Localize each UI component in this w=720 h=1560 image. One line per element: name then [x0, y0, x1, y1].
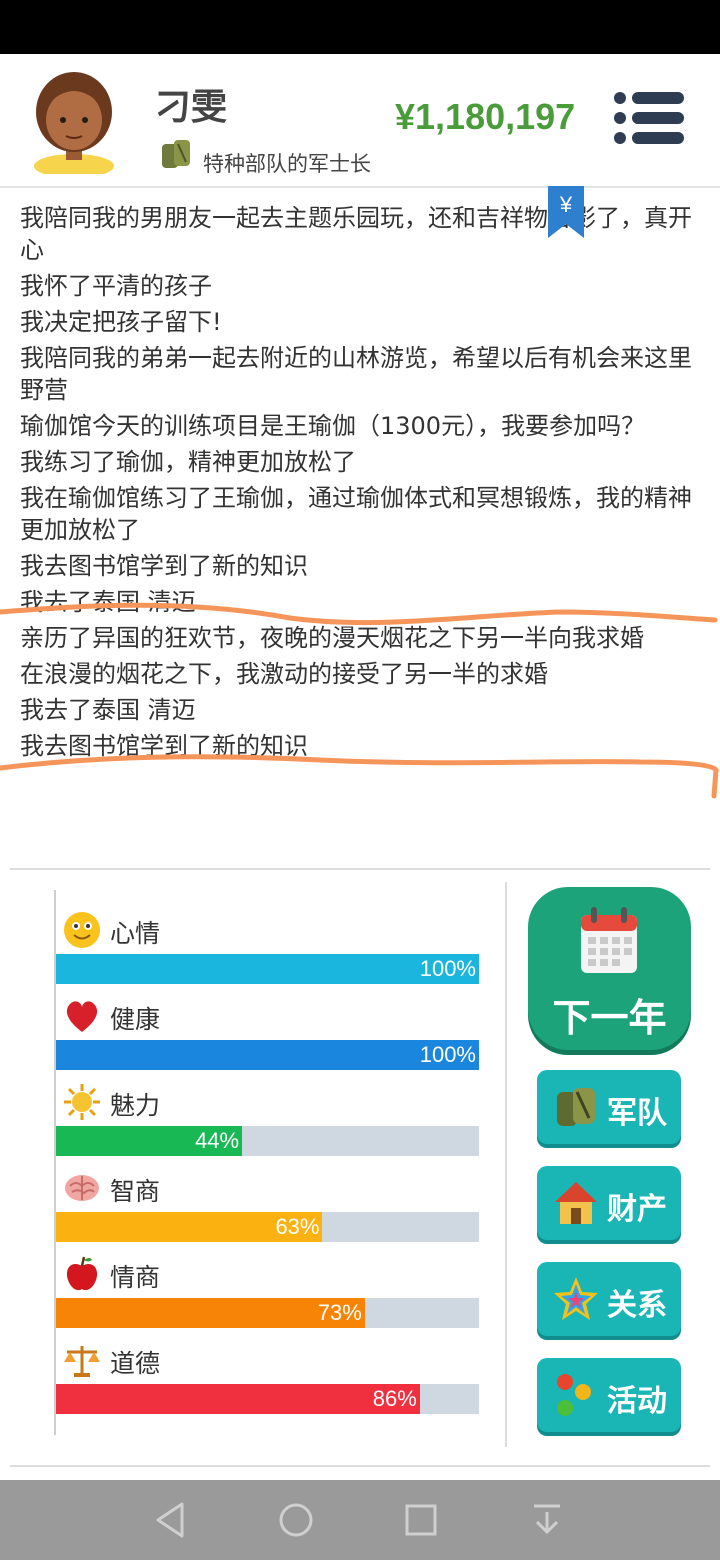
stat-label: 道德	[110, 1349, 161, 1378]
event-log[interactable]: 我陪同我的男朋友一起去主题乐园玩，还和吉祥物合影了，真开心 我怀了平清的孩子 我…	[0, 186, 720, 846]
log-entry: 我去图书馆学到了新的知识	[20, 732, 308, 760]
avatar[interactable]	[28, 66, 120, 174]
next-year-button[interactable]: 下一年	[528, 887, 691, 1050]
section-divider	[10, 868, 710, 870]
stat-label: 情商	[110, 1263, 161, 1292]
log-entry: 我陪同我的男朋友一起去主题乐园玩，还和吉祥物合影了，真开心	[20, 204, 692, 264]
rank-title: 特种部队的军士长	[203, 152, 371, 176]
header: 刁雯 特种部队的军士长 ¥1,180,197	[0, 54, 720, 188]
stat-label: 魅力	[110, 1091, 161, 1120]
vertical-divider	[505, 882, 507, 1447]
stat-morality: 道德 86%	[56, 1320, 481, 1414]
status-bar	[0, 0, 720, 54]
apple-icon	[66, 1256, 98, 1291]
log-entry: 我决定把孩子留下!	[20, 308, 222, 336]
assets-button[interactable]: 财产	[537, 1166, 681, 1240]
stat-label: 心情	[110, 919, 161, 948]
soldier-icon	[557, 1088, 595, 1126]
house-icon	[555, 1182, 597, 1224]
assets-label: 财产	[607, 1192, 667, 1227]
log-entry: 我去了泰国 清迈	[20, 696, 196, 724]
stat-health: 健康 100%	[56, 976, 481, 1070]
sun-icon	[64, 1084, 100, 1120]
player-name: 刁雯	[155, 87, 228, 128]
activities-label: 活动	[607, 1384, 667, 1419]
stat-mood: 心情 100%	[56, 890, 481, 984]
menu-icon[interactable]	[612, 90, 686, 146]
money-bookmark-icon[interactable]: ¥	[548, 186, 584, 238]
army-button[interactable]: 军队	[537, 1070, 681, 1144]
next-year-label: 下一年	[552, 996, 667, 1040]
log-entry: 我在瑜伽馆练习了王瑜伽，通过瑜伽体式和冥想锻炼，我的精神更加放松了	[20, 484, 692, 544]
star-icon	[554, 1277, 598, 1320]
notification-pull-icon[interactable]	[526, 1500, 568, 1540]
log-entry: 我陪同我的弟弟一起去附近的山林游览，希望以后有机会来这里野营	[20, 344, 692, 404]
back-icon[interactable]	[150, 1500, 192, 1540]
log-entry: 我去了泰国 清迈	[20, 588, 196, 616]
log-entry: 我练习了瑜伽，精神更加放松了	[20, 448, 356, 476]
stat-bar: 86%	[56, 1384, 479, 1414]
home-icon[interactable]	[275, 1500, 317, 1540]
heart-icon	[66, 1001, 98, 1032]
stat-iq: 智商 63%	[56, 1148, 481, 1242]
log-entry: 瑜伽馆今天的训练项目是王瑜伽（1300元），我要参加吗？	[20, 412, 646, 440]
activities-button[interactable]: 活动	[537, 1358, 681, 1432]
activity-dots-icon	[557, 1374, 591, 1416]
stats-panel: 心情 100% 健康 100% 魅力 44% 智商 63% 情商 73% 道德 …	[54, 890, 481, 1435]
relations-button[interactable]: 关系	[537, 1262, 681, 1336]
army-label: 军队	[607, 1096, 667, 1131]
recents-icon[interactable]	[400, 1500, 442, 1540]
soldier-rank-icon	[162, 140, 190, 168]
smiley-icon	[64, 912, 100, 948]
relations-label: 关系	[607, 1288, 667, 1323]
log-entry: 我怀了平清的孩子	[20, 272, 212, 300]
section-divider	[10, 1465, 710, 1467]
system-nav-bar	[0, 1480, 720, 1560]
scales-icon	[64, 1346, 100, 1377]
stat-charm: 魅力 44%	[56, 1062, 481, 1156]
stat-label: 健康	[110, 1005, 161, 1034]
log-entry: 在浪漫的烟花之下，我激动的接受了另一半的求婚	[20, 660, 548, 688]
log-entry: 亲历了异国的狂欢节，夜晚的漫天烟花之下另一半向我求婚	[20, 624, 644, 652]
stat-label: 智商	[110, 1177, 161, 1206]
bookmark-symbol: ¥	[559, 192, 573, 217]
money-balance: ¥1,180,197	[395, 96, 576, 137]
log-entry: 我去图书馆学到了新的知识	[20, 552, 308, 580]
stat-percent: 86%	[372, 1386, 417, 1411]
brain-icon	[65, 1175, 99, 1201]
stat-eq: 情商 73%	[56, 1234, 481, 1328]
calendar-icon	[581, 907, 637, 973]
